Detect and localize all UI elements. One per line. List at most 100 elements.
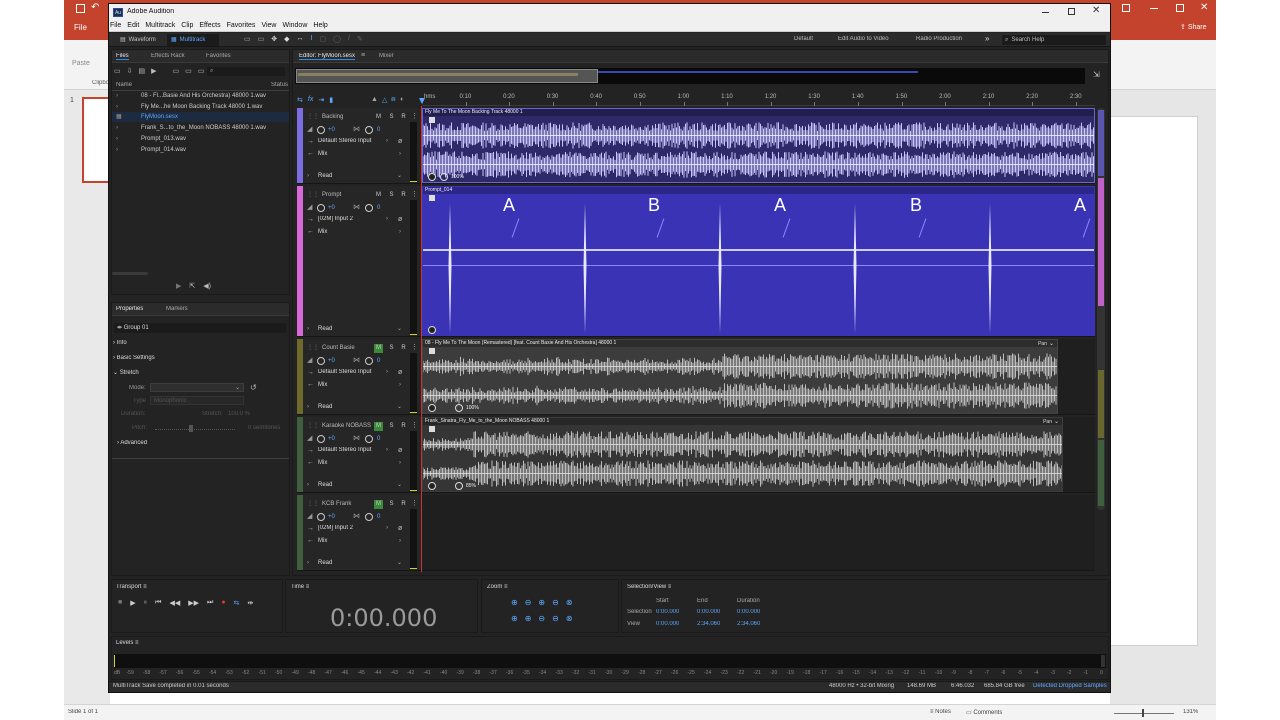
workspace-overflow-icon[interactable]: » bbox=[985, 34, 989, 43]
time-selection-tool-icon[interactable]: I bbox=[311, 35, 313, 43]
marquee-tool-icon[interactable]: ▢ bbox=[319, 35, 326, 43]
panel-menu-icon[interactable]: ≡ bbox=[668, 584, 672, 590]
pan-value[interactable]: 0 bbox=[377, 127, 380, 133]
ppt-share-button[interactable]: ⇪ Share bbox=[1180, 23, 1207, 31]
razor-tool-icon[interactable]: ◆ bbox=[284, 35, 289, 43]
pan-value[interactable]: 0 bbox=[377, 514, 380, 520]
drag-handle-icon[interactable]: ⋮⋮ bbox=[307, 423, 319, 429]
selection-start[interactable]: 0:00.000 bbox=[656, 609, 679, 615]
section-basic-settings[interactable]: › Basic Settings bbox=[113, 355, 155, 361]
automation-mode-select[interactable]: Read bbox=[318, 404, 402, 413]
pan-value[interactable]: 0 bbox=[377, 436, 380, 442]
panel-menu-icon[interactable]: ≡ bbox=[504, 584, 508, 590]
view-start[interactable]: 0:00.000 bbox=[656, 621, 679, 627]
track-lane[interactable] bbox=[422, 495, 1095, 571]
automation-icon[interactable]: △ bbox=[382, 96, 387, 104]
clip-speaker-icon[interactable] bbox=[428, 404, 436, 412]
pan-value[interactable]: 0 bbox=[377, 205, 380, 211]
track-input-select[interactable]: Default Stereo Input bbox=[318, 138, 392, 147]
volume-value[interactable]: +0 bbox=[328, 205, 335, 211]
file-item[interactable]: › Prompt_013.wav bbox=[112, 134, 289, 144]
move-tool-icon[interactable]: ✥ bbox=[271, 35, 277, 43]
ppt-save-icon[interactable] bbox=[76, 4, 85, 13]
drag-handle-icon[interactable]: ⋮⋮ bbox=[307, 501, 319, 507]
mute-button[interactable]: M bbox=[374, 113, 383, 122]
slip-tool-icon[interactable]: ↔ bbox=[297, 35, 304, 43]
close-file-icon[interactable]: ▭ bbox=[173, 67, 180, 75]
track-header[interactable]: ⋮⋮ Prompt M S R ⋮ ◢ +0 ⋈ 0 → [02M] Input 2 › ø ← Mix › › R… bbox=[297, 186, 421, 337]
overview-visible-range[interactable] bbox=[296, 69, 598, 83]
menu-favorites[interactable]: Favorites bbox=[227, 22, 256, 32]
audio-clip[interactable]: Prompt_014 bbox=[422, 186, 1095, 336]
audio-clip[interactable]: Frank_Sinatra_Fly_Me_to_the_Moon NOBASS … bbox=[422, 417, 1063, 492]
track-output-select[interactable]: Mix bbox=[318, 229, 392, 238]
solo-button[interactable]: S bbox=[387, 422, 396, 431]
track-input-select[interactable]: Default Stereo Input bbox=[318, 369, 392, 378]
volume-value[interactable]: +0 bbox=[328, 358, 335, 364]
ppt-comments-button[interactable]: ▭ Comments bbox=[966, 709, 1002, 716]
track-header[interactable]: ⋮⋮ Count Basie M S R ⋮ ◢ +0 ⋈ 0 → Default Stereo In… bbox=[297, 339, 421, 415]
volume-value[interactable]: +0 bbox=[328, 514, 335, 520]
snap-icon[interactable]: ⩎ bbox=[391, 96, 395, 104]
search-help-field[interactable]: ⌕ Search Help bbox=[1002, 35, 1106, 45]
solo-button[interactable]: S bbox=[387, 344, 396, 353]
type-select[interactable]: Monophonic bbox=[150, 396, 244, 405]
waveform-view-button[interactable]: ▤ Waveform bbox=[116, 34, 166, 46]
tab-effects-rack[interactable]: Effects Rack bbox=[151, 53, 185, 59]
zoom-out-selection-icon[interactable]: ⊖ bbox=[552, 614, 559, 623]
volume-value[interactable]: +0 bbox=[328, 127, 335, 133]
stop-icon[interactable]: ■ bbox=[118, 599, 122, 607]
loop-playback-icon[interactable]: ⇆ bbox=[234, 599, 240, 607]
pan-knob[interactable] bbox=[365, 204, 373, 212]
pitch-slider[interactable] bbox=[155, 429, 235, 430]
chevron-right-icon[interactable]: › bbox=[307, 482, 309, 488]
track-menu-icon[interactable]: ⋮ bbox=[411, 421, 418, 429]
ppt-notes-button[interactable]: ≡ Notes bbox=[930, 709, 951, 715]
view-end[interactable]: 2:34.060 bbox=[697, 621, 720, 627]
record-icon[interactable]: ● bbox=[221, 599, 225, 607]
zoom-to-fit-icon[interactable]: ⇲ bbox=[1093, 70, 1100, 79]
status-dropped-samples[interactable]: Detected Dropped Samples bbox=[1033, 683, 1107, 689]
meter-icon[interactable]: ▭ bbox=[244, 35, 251, 43]
menu-window[interactable]: Window bbox=[282, 22, 307, 32]
file-item[interactable]: › Frank_S...to_the_Moon NOBASS 48000 1.wa… bbox=[112, 123, 289, 133]
automation-mode-select[interactable]: Read bbox=[318, 326, 402, 335]
clip-speaker-icon[interactable] bbox=[428, 173, 436, 181]
track-menu-icon[interactable]: ⋮ bbox=[411, 190, 418, 198]
track-output-select[interactable]: Mix bbox=[318, 151, 392, 160]
track-output-select[interactable]: Mix bbox=[318, 382, 392, 391]
track-input-select[interactable]: Default Stereo Input bbox=[318, 447, 392, 456]
multitrack-view-button[interactable]: ▦ Multitrack bbox=[167, 34, 219, 46]
track-name[interactable]: ⋮⋮ KCB Frank bbox=[307, 500, 351, 507]
mute-button[interactable]: M bbox=[374, 344, 383, 353]
eq-icon[interactable]: ▮ bbox=[329, 96, 333, 104]
zoom-reset-icon[interactable]: ⊗ bbox=[566, 614, 573, 623]
file-item[interactable]: ▦ FlyMoon.sesx bbox=[112, 112, 289, 123]
editor-tab-menu-icon[interactable]: ≡ bbox=[361, 52, 365, 59]
workspace-radio-production[interactable]: Radio Production bbox=[916, 36, 962, 42]
ppt-paste-label[interactable]: Paste bbox=[72, 60, 90, 67]
reset-stretch-icon[interactable]: ↺ bbox=[250, 383, 257, 392]
track-header[interactable]: ⋮⋮ Karaoke NOBASS M S R ⋮ ◢ +0 ⋈ 0 → Default Stereo… bbox=[297, 417, 421, 493]
phase-invert-icon[interactable]: ø bbox=[398, 216, 402, 223]
track-name[interactable]: ⋮⋮ Backing bbox=[307, 113, 343, 120]
column-status[interactable]: Status bbox=[271, 82, 288, 88]
volume-value[interactable]: +0 bbox=[328, 436, 335, 442]
tab-mixer[interactable]: Mixer bbox=[379, 53, 394, 59]
pan-value[interactable]: 0 bbox=[377, 358, 380, 364]
track-menu-icon[interactable]: ⋮ bbox=[411, 343, 418, 351]
chevron-right-icon[interactable]: › bbox=[307, 326, 309, 332]
file-item[interactable]: › 08 - Fl...Basie And His Orchestra) 4800… bbox=[112, 91, 289, 101]
skip-selection-icon[interactable]: ⇹ bbox=[247, 599, 253, 607]
menu-multitrack[interactable]: Multitrack bbox=[145, 22, 175, 32]
files-search-input[interactable]: ⌕ bbox=[207, 67, 285, 76]
pause-icon[interactable]: ⏸ bbox=[144, 599, 148, 607]
group-name-field[interactable]: ⇹ Group 01 bbox=[114, 323, 286, 333]
clip-gain-knob[interactable] bbox=[455, 482, 463, 490]
volume-icon[interactable]: ◀) bbox=[203, 282, 211, 290]
track-header[interactable]: ⋮⋮ KCB Frank M S R ⋮ ◢ +0 ⋈ 0 → [02M] Input 2 › ø ← Mix… bbox=[297, 495, 421, 571]
selection-duration[interactable]: 0:00.000 bbox=[737, 609, 760, 615]
section-advanced[interactable]: › Advanced bbox=[117, 440, 147, 446]
menu-edit[interactable]: Edit bbox=[127, 22, 139, 32]
zoom-in-amplitude-icon[interactable]: ⊕ bbox=[511, 598, 518, 607]
